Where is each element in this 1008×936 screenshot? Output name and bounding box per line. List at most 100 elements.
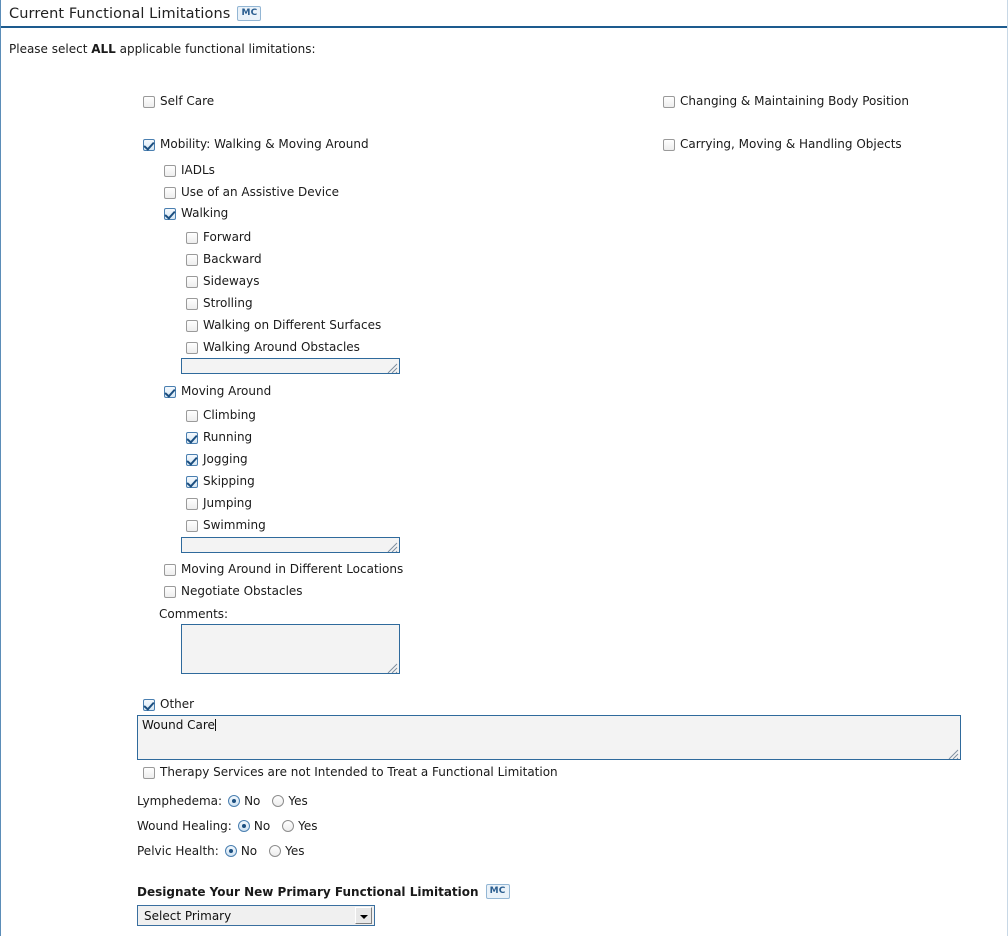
label-iadls: IADLs: [181, 163, 215, 177]
checkbox-walking-surfaces[interactable]: [186, 320, 198, 332]
checkbox-row-other[interactable]: Other: [143, 698, 194, 711]
checkbox-negotiate-obstacles[interactable]: [164, 586, 176, 598]
checkbox-row-negotiate-obstacles[interactable]: Negotiate Obstacles: [164, 585, 303, 598]
label-swimming: Swimming: [203, 518, 266, 532]
label-other: Other: [160, 697, 195, 711]
checkbox-backward[interactable]: [186, 254, 198, 266]
radio-pelvic-health-no[interactable]: No: [224, 844, 258, 858]
instruction-prefix: Please select: [9, 42, 92, 56]
checkbox-other[interactable]: [143, 699, 155, 711]
medicare-badge-header: MC: [237, 6, 262, 21]
checkbox-row-sideways[interactable]: Sideways: [186, 275, 259, 288]
label-therapy-notice: Therapy Services are not Intended to Tre…: [160, 765, 558, 779]
label-mobility: Mobility: Walking & Moving Around: [160, 137, 369, 151]
checkbox-row-strolling[interactable]: Strolling: [186, 297, 253, 310]
label-moving-around: Moving Around: [181, 384, 272, 398]
checkbox-iadls[interactable]: [164, 165, 176, 177]
label-wound-healing-yes: Yes: [298, 819, 318, 833]
checkbox-carrying-objects[interactable]: [663, 139, 675, 151]
checkbox-row-jogging[interactable]: Jogging: [186, 453, 248, 466]
checkbox-changing-body-position[interactable]: [663, 96, 675, 108]
checkbox-row-moving-around[interactable]: Moving Around: [164, 385, 271, 398]
chevron-down-icon[interactable]: [355, 907, 372, 924]
primary-limitation-select-value: Select Primary: [144, 908, 232, 923]
label-backward: Backward: [203, 252, 262, 266]
checkbox-walking-obstacles[interactable]: [186, 342, 198, 354]
checkbox-row-assistive-device[interactable]: Use of an Assistive Device: [164, 186, 339, 199]
checkbox-climbing[interactable]: [186, 410, 198, 422]
checkbox-row-therapy-notice[interactable]: Therapy Services are not Intended to Tre…: [143, 766, 558, 779]
page-title: Current Functional Limitations: [9, 5, 231, 22]
checkbox-jogging[interactable]: [186, 454, 198, 466]
checkbox-row-swimming[interactable]: Swimming: [186, 519, 266, 532]
other-description-textarea[interactable]: Wound Care: [137, 715, 961, 760]
checkbox-row-jumping[interactable]: Jumping: [186, 497, 252, 510]
moving-around-notes-textarea[interactable]: [181, 537, 400, 553]
checkbox-moving-around[interactable]: [164, 386, 176, 398]
label-walking-obstacles: Walking Around Obstacles: [203, 340, 360, 354]
checkbox-row-skipping[interactable]: Skipping: [186, 475, 255, 488]
radio-button-wound-healing-no[interactable]: [237, 820, 250, 832]
label-pelvic-health-no: No: [240, 844, 258, 858]
checkbox-row-backward[interactable]: Backward: [186, 253, 262, 266]
radio-button-wound-healing-yes[interactable]: [282, 820, 295, 832]
checkbox-row-iadls[interactable]: IADLs: [164, 164, 215, 177]
radio-pelvic-health-yes[interactable]: Yes: [269, 844, 305, 858]
label-running: Running: [203, 430, 253, 444]
comments-textarea[interactable]: [181, 624, 400, 674]
radio-lymphedema-no[interactable]: No: [228, 794, 260, 808]
label-strolling: Strolling: [203, 296, 253, 310]
checkbox-row-different-locations[interactable]: Moving Around in Different Locations: [164, 563, 403, 576]
checkbox-swimming[interactable]: [186, 520, 198, 532]
header-divider: [1, 26, 1007, 28]
walking-notes-textarea[interactable]: [181, 358, 400, 374]
radio-wound-healing-no[interactable]: No: [237, 819, 270, 833]
checkbox-running[interactable]: [186, 432, 198, 444]
checkbox-therapy-notice[interactable]: [143, 767, 155, 779]
label-lymphedema: Lymphedema:: [137, 794, 223, 808]
label-self-care: Self Care: [160, 94, 215, 108]
label-skipping: Skipping: [203, 474, 255, 488]
label-walking-surfaces: Walking on Different Surfaces: [203, 318, 382, 332]
radio-row-pelvic-health: Pelvic Health: No Yes: [137, 844, 305, 858]
checkbox-strolling[interactable]: [186, 298, 198, 310]
instruction-emphasis: ALL: [91, 42, 116, 56]
checkbox-self-care[interactable]: [143, 96, 155, 108]
checkbox-mobility[interactable]: [143, 139, 155, 151]
radio-row-wound-healing: Wound Healing: No Yes: [137, 819, 318, 833]
radio-row-lymphedema: Lymphedema: No Yes: [137, 794, 308, 808]
radio-wound-healing-yes[interactable]: Yes: [282, 819, 318, 833]
radio-button-lymphedema-no[interactable]: [228, 795, 241, 807]
checkbox-assistive-device[interactable]: [164, 187, 176, 199]
checkbox-row-walking[interactable]: Walking: [164, 207, 228, 220]
label-carrying-objects: Carrying, Moving & Handling Objects: [680, 137, 902, 151]
checkbox-row-walking-surfaces[interactable]: Walking on Different Surfaces: [186, 319, 381, 332]
checkbox-row-climbing[interactable]: Climbing: [186, 409, 256, 422]
checkbox-row-self-care[interactable]: Self Care: [143, 95, 214, 108]
label-jumping: Jumping: [203, 496, 253, 510]
other-description-value: Wound Care: [142, 718, 215, 732]
checkbox-row-running[interactable]: Running: [186, 431, 252, 444]
checkbox-jumping[interactable]: [186, 498, 198, 510]
designate-title: Designate Your New Primary Functional Li…: [137, 884, 479, 899]
label-negotiate-obstacles: Negotiate Obstacles: [181, 584, 303, 598]
checkbox-walking[interactable]: [164, 208, 176, 220]
checkbox-forward[interactable]: [186, 232, 198, 244]
comments-label: Comments:: [159, 607, 229, 621]
checkbox-row-forward[interactable]: Forward: [186, 231, 251, 244]
radio-button-pelvic-health-no[interactable]: [224, 845, 237, 857]
primary-limitation-select[interactable]: Select Primary: [137, 905, 375, 926]
checkbox-row-carrying-objects[interactable]: Carrying, Moving & Handling Objects: [663, 138, 902, 151]
radio-button-pelvic-health-yes[interactable]: [269, 845, 282, 857]
checkbox-row-changing-body-position[interactable]: Changing & Maintaining Body Position: [663, 95, 909, 108]
label-wound-healing: Wound Healing:: [137, 819, 232, 833]
checkbox-row-mobility[interactable]: Mobility: Walking & Moving Around: [143, 138, 369, 151]
checkbox-different-locations[interactable]: [164, 564, 176, 576]
radio-lymphedema-yes[interactable]: Yes: [272, 794, 308, 808]
checkbox-sideways[interactable]: [186, 276, 198, 288]
label-forward: Forward: [203, 230, 252, 244]
radio-button-lymphedema-yes[interactable]: [272, 795, 285, 807]
checkbox-row-walking-obstacles[interactable]: Walking Around Obstacles: [186, 341, 360, 354]
checkbox-skipping[interactable]: [186, 476, 198, 488]
text-cursor: [214, 719, 216, 731]
